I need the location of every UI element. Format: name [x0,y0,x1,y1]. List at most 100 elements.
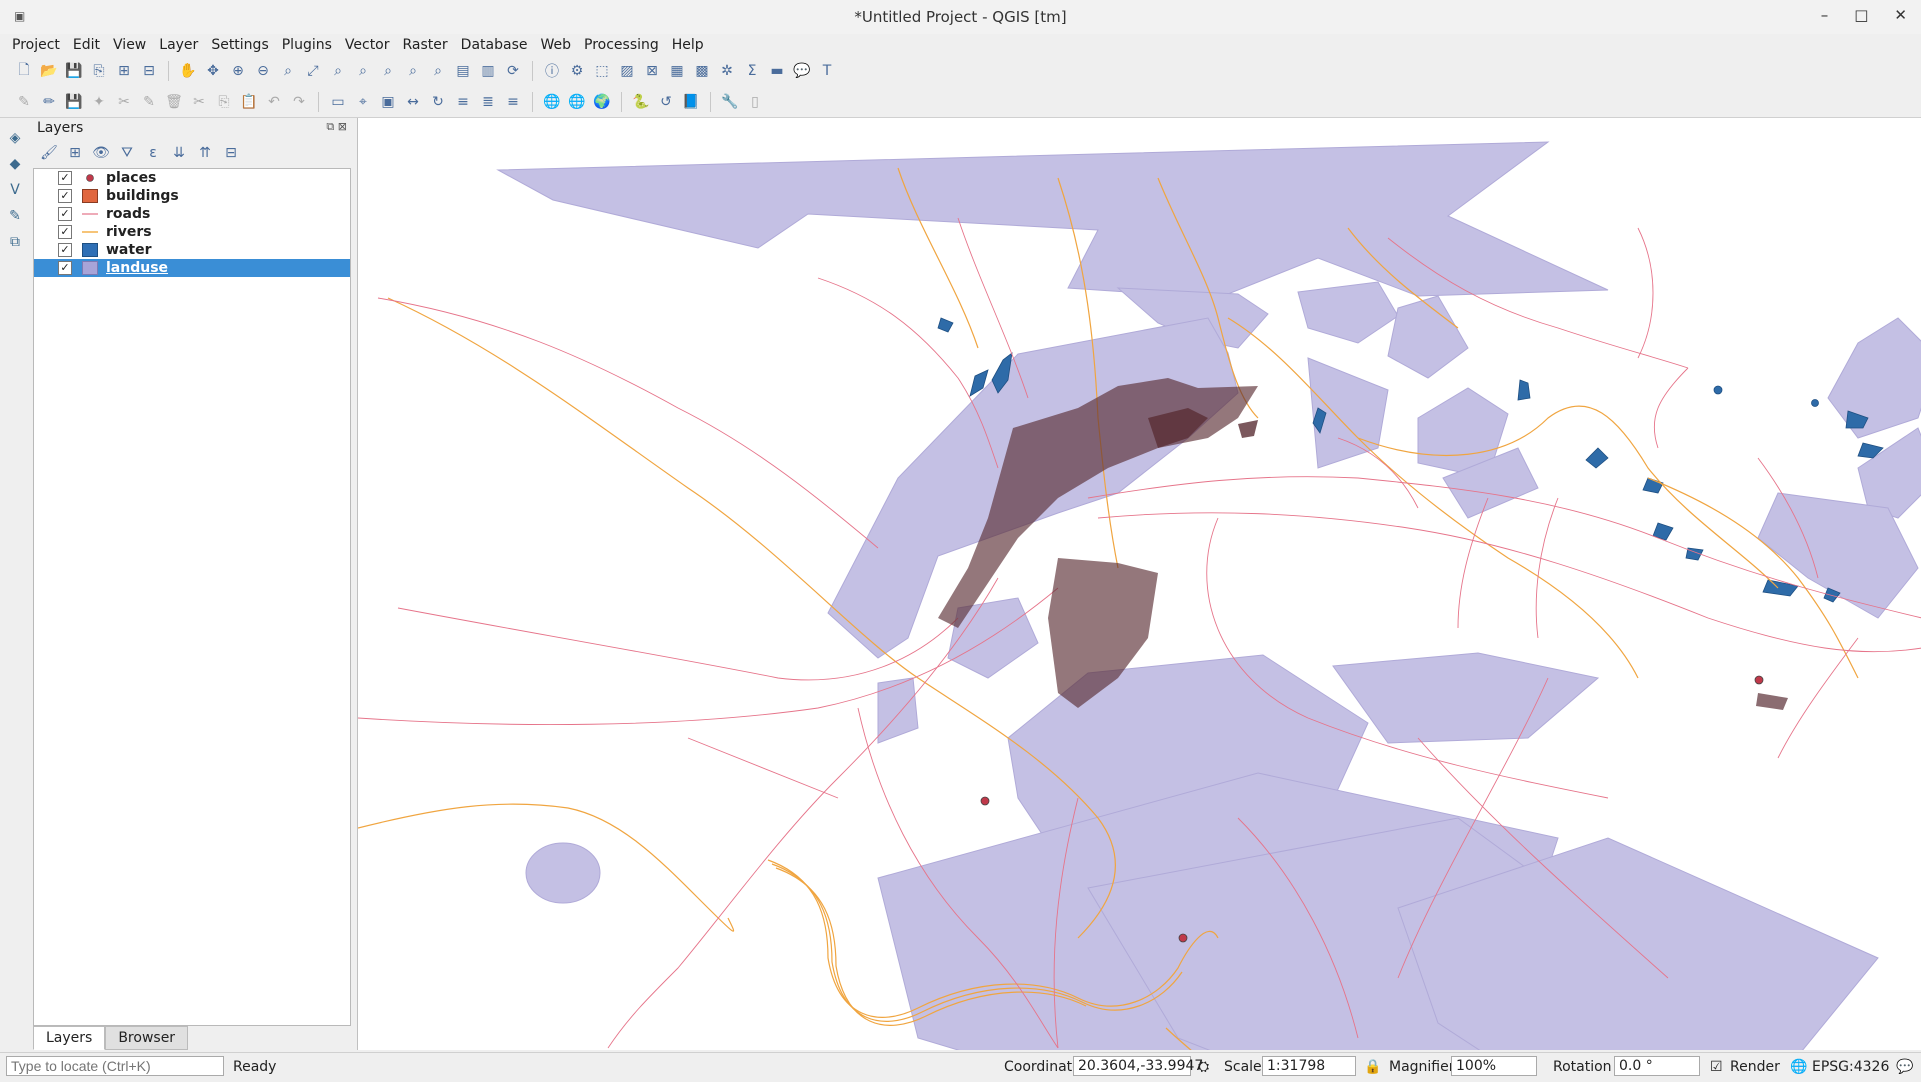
layer-checkbox[interactable]: ✓ [58,189,72,203]
map-tips-icon[interactable]: 💬 [792,61,812,81]
menu-plugins[interactable]: Plugins [276,34,339,56]
menu-project[interactable]: Project [6,34,67,56]
menu-view[interactable]: View [107,34,153,56]
add-raster-layer-icon[interactable]: ◆ [5,154,25,174]
move-label-icon[interactable]: ↔ [403,92,423,112]
layer-checkbox[interactable]: ✓ [58,171,72,185]
text-annotation-icon[interactable]: T [817,61,837,81]
menu-web[interactable]: Web [534,34,578,56]
python-console-icon[interactable]: 🐍 [631,92,651,112]
plugin-tool-2-icon[interactable]: ▯ [745,92,765,112]
tab-browser[interactable]: Browser [105,1026,189,1050]
add-vector-layer-icon[interactable]: ◈ [5,128,25,148]
map-canvas[interactable] [357,118,1921,1082]
digitize-icon[interactable]: ✎ [5,206,25,226]
messages-icon[interactable]: 💬 [1896,1059,1913,1075]
pan-map-icon[interactable]: ✋ [178,61,198,81]
highlight-labels-icon[interactable]: ▣ [378,92,398,112]
layer-checkbox[interactable]: ✓ [58,207,72,221]
manage-visibility-icon[interactable]: 👁 [91,143,111,163]
cut-features-icon[interactable]: ✂ [189,92,209,112]
rotate-label-icon[interactable]: ↻ [428,92,448,112]
zoom-in-icon[interactable]: ⊕ [228,61,248,81]
menu-edit[interactable]: Edit [67,34,107,56]
zoom-out-icon[interactable]: ⊖ [253,61,273,81]
menu-vector[interactable]: Vector [339,34,397,56]
show-bookmarks-icon[interactable]: ▥ [478,61,498,81]
magnifier-spinbox[interactable]: 100% [1451,1056,1537,1076]
locate-input[interactable] [6,1056,224,1076]
layer-checkbox[interactable]: ✓ [58,261,72,275]
close-panel-icon[interactable]: ⊠ [338,120,347,133]
paste-features-icon[interactable]: 📋 [239,92,259,112]
layer-item-places[interactable]: ✓ places [34,169,350,187]
add-wms-layer-icon[interactable]: ⧉ [5,232,25,252]
coordinate-field[interactable]: 20.3604,-33.9947 [1073,1056,1203,1076]
refresh-icon[interactable]: ⟳ [503,61,523,81]
zoom-full-icon[interactable]: ⤢ [303,61,323,81]
filter-expression-icon[interactable]: ε [143,143,163,163]
zoom-selection-icon[interactable]: ⌕ [328,61,348,81]
plugin-tool-icon[interactable]: 🔧 [720,92,740,112]
layer-checkbox[interactable]: ✓ [58,225,72,239]
crs-label[interactable]: EPSG:4326 [1812,1059,1889,1075]
layout-manager-icon[interactable]: ⊟ [139,61,159,81]
change-label-icon[interactable]: ≡ [453,92,473,112]
filter-legend-icon[interactable]: ⛛ [117,143,137,163]
pan-to-selection-icon[interactable]: ✥ [203,61,223,81]
redo-icon[interactable]: ↷ [289,92,309,112]
identify-icon[interactable]: ⓘ [542,61,562,81]
show-hide-labels-icon[interactable]: ≣ [478,92,498,112]
menu-layer[interactable]: Layer [153,34,205,56]
zoom-native-icon[interactable]: ⌕ [378,61,398,81]
open-project-icon[interactable]: 📂 [39,61,59,81]
save-as-icon[interactable]: ⎘ [89,61,109,81]
zoom-layer-icon[interactable]: ⌕ [353,61,373,81]
coordinate-toggle-icon[interactable]: ⛭ [1198,1059,1209,1075]
current-edits-icon[interactable]: ✎ [14,92,34,112]
zoom-rubberband-icon[interactable]: ⌕ [278,61,298,81]
run-feature-action-icon[interactable]: ⚙ [567,61,587,81]
collapse-all-icon[interactable]: ⇈ [195,143,215,163]
expand-all-icon[interactable]: ⇊ [169,143,189,163]
save-project-icon[interactable]: 💾 [64,61,84,81]
zoom-next-icon[interactable]: ⌕ [428,61,448,81]
label-tool-icon[interactable]: ▭ [328,92,348,112]
tab-layers[interactable]: Layers [33,1026,106,1050]
deselect-icon[interactable]: ⊠ [642,61,662,81]
add-group-icon[interactable]: ⊞ [65,143,85,163]
scale-combo[interactable]: 1:31798 [1262,1056,1356,1076]
zoom-last-icon[interactable]: ⌕ [403,61,423,81]
menu-help[interactable]: Help [666,34,711,56]
save-edits-icon[interactable]: 💾 [64,92,84,112]
layer-item-roads[interactable]: ✓ roads [34,205,350,223]
label-properties-icon[interactable]: ≡ [503,92,523,112]
maximize-button[interactable]: □ [1854,6,1868,24]
toggle-editing-icon[interactable]: ✏ [39,92,59,112]
globe-icon[interactable]: 🌍 [592,92,612,112]
delete-selected-icon[interactable]: 🗑 [164,92,184,112]
help-contents-icon[interactable]: 📘 [681,92,701,112]
processing-toolbox-icon[interactable]: ✲ [717,61,737,81]
statistics-icon[interactable]: Σ [742,61,762,81]
copy-features-icon[interactable]: ⎘ [214,92,234,112]
field-calculator-icon[interactable]: ▩ [692,61,712,81]
layer-item-water[interactable]: ✓ water [34,241,350,259]
new-project-icon[interactable]: 🗋 [14,61,34,81]
select-by-value-icon[interactable]: ▨ [617,61,637,81]
menu-processing[interactable]: Processing [578,34,666,56]
menu-raster[interactable]: Raster [397,34,455,56]
attribute-table-icon[interactable]: ▦ [667,61,687,81]
undo-icon[interactable]: ↶ [264,92,284,112]
measure-icon[interactable]: ▬ [767,61,787,81]
plugin-reloader-icon[interactable]: ↺ [656,92,676,112]
menu-settings[interactable]: Settings [205,34,275,56]
layer-item-landuse[interactable]: ✓ landuse [34,259,350,277]
style-manager-icon[interactable]: 🖌 [39,143,59,163]
new-print-layout-icon[interactable]: ⊞ [114,61,134,81]
remove-layer-icon[interactable]: ⊟ [221,143,241,163]
add-feature-icon[interactable]: ✦ [89,92,109,112]
crs-globe-icon[interactable]: 🌐 [1790,1059,1807,1075]
vertex-tool-icon[interactable]: ✂ [114,92,134,112]
new-bookmark-icon[interactable]: ▤ [453,61,473,81]
